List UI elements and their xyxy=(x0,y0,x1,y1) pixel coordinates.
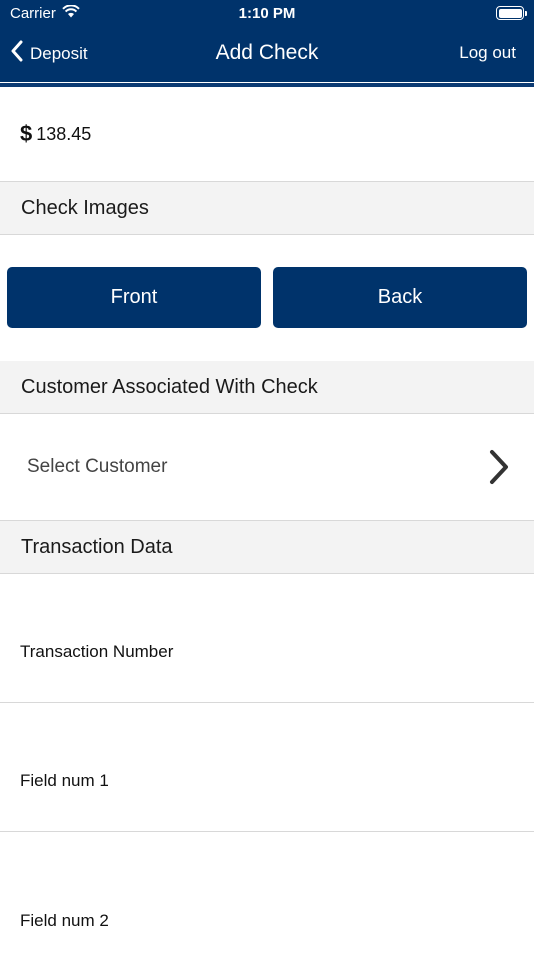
currency-symbol: $ xyxy=(20,121,33,146)
status-bar: Carrier 1:10 PM xyxy=(0,0,534,26)
select-customer-row[interactable]: Select Customer xyxy=(0,414,534,521)
section-header-check-images: Check Images xyxy=(0,182,534,235)
field-label: Field num 1 xyxy=(20,771,109,790)
front-image-button[interactable]: Front xyxy=(7,267,261,328)
chevron-right-icon xyxy=(488,449,510,491)
amount-field[interactable]: $ 138.45 xyxy=(0,87,534,182)
section-header-transaction: Transaction Data xyxy=(0,521,534,574)
transaction-number-field[interactable]: Transaction Number xyxy=(0,574,534,703)
logout-button[interactable]: Log out xyxy=(459,43,516,63)
check-image-buttons: Front Back xyxy=(0,235,534,361)
battery-icon xyxy=(496,6,527,20)
field-label: Field num 2 xyxy=(20,911,109,930)
field-num-2[interactable]: Field num 2 xyxy=(0,832,534,961)
page-title: Add Check xyxy=(215,41,319,64)
clock: 1:10 PM xyxy=(238,5,296,22)
field-num-1[interactable]: Field num 1 xyxy=(0,703,534,832)
select-customer-label: Select Customer xyxy=(27,456,168,477)
section-header-customer: Customer Associated With Check xyxy=(0,361,534,414)
navigation-bar: Deposit Add Check Log out xyxy=(0,26,534,82)
back-image-button[interactable]: Back xyxy=(273,267,527,328)
field-label: Transaction Number xyxy=(20,642,174,661)
amount-value: 138.45 xyxy=(36,123,92,144)
